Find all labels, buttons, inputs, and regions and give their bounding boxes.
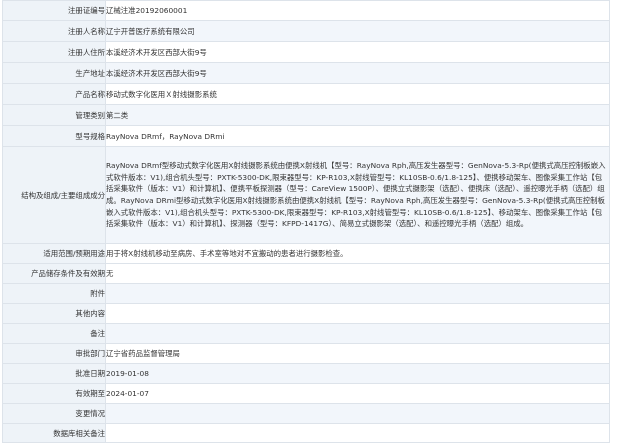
field-value: 本溪经济术开发区西部大街9号 xyxy=(105,41,610,63)
field-value: 辽宁开普医疗系统有限公司 xyxy=(105,20,610,42)
field-label: 产品储存条件及有效期 xyxy=(2,263,106,284)
row-management-category: 管理类别 第二类 xyxy=(2,104,610,126)
field-value xyxy=(105,303,610,324)
field-label: 有效期至 xyxy=(2,383,106,404)
row-attachments: 附件 xyxy=(2,283,610,304)
field-value: 辽械注准20192060001 xyxy=(105,0,610,21)
field-value: 无 xyxy=(105,263,610,284)
row-production-address: 生产地址 本溪经济术开发区西部大街9号 xyxy=(2,62,610,84)
row-model-spec: 型号规格 RayNova DRmf，RayNova DRmi xyxy=(2,125,610,147)
row-change-history: 变更情况 xyxy=(2,403,610,424)
field-label: 注册人名称 xyxy=(2,20,106,42)
field-value: 本溪经济术开发区西部大街9号 xyxy=(105,62,610,84)
field-value xyxy=(105,283,610,304)
field-label: 审批部门 xyxy=(2,343,106,364)
field-label: 变更情况 xyxy=(2,403,106,424)
field-value: RayNova DRmf，RayNova DRmi xyxy=(105,125,610,147)
row-intended-use: 适用范围/预期用途 用于将X射线机移动至病房、手术室等地对不宜搬动的患者进行摄影… xyxy=(2,243,610,264)
field-value xyxy=(105,323,610,344)
field-value: 移动式数字化医用Ｘ射线摄影系统 xyxy=(105,83,610,105)
field-label: 数据库相关备注 xyxy=(2,423,106,443)
field-label: 备注 xyxy=(2,323,106,344)
field-label: 结构及组成/主要组成成分 xyxy=(2,146,106,244)
row-remarks: 备注 xyxy=(2,323,610,344)
row-database-notes: 数据库相关备注 xyxy=(2,423,610,443)
field-label: 注册人住所 xyxy=(2,41,106,63)
field-value: 第二类 xyxy=(105,104,610,126)
row-approval-date: 批准日期 2019-01-08 xyxy=(2,363,610,384)
field-label: 管理类别 xyxy=(2,104,106,126)
field-value: RayNova DRmf型移动式数字化医用X射线摄影系统由便携X射线机【型号：R… xyxy=(105,146,610,244)
registration-record-table: 注册证编号 辽械注准20192060001 注册人名称 辽宁开普医疗系统有限公司… xyxy=(2,0,610,443)
field-label: 注册证编号 xyxy=(2,0,106,21)
field-label: 其他内容 xyxy=(2,303,106,324)
row-approval-department: 审批部门 辽宁省药品监督管理局 xyxy=(2,343,610,364)
row-registrant-address: 注册人住所 本溪经济术开发区西部大街9号 xyxy=(2,41,610,63)
field-label: 生产地址 xyxy=(2,62,106,84)
row-registration-number: 注册证编号 辽械注准20192060001 xyxy=(2,0,610,21)
field-value xyxy=(105,423,610,443)
field-label: 产品名称 xyxy=(2,83,106,105)
field-label: 适用范围/预期用途 xyxy=(2,243,106,264)
field-value: 用于将X射线机移动至病房、手术室等地对不宜搬动的患者进行摄影检查。 xyxy=(105,243,610,264)
row-storage-validity: 产品储存条件及有效期 无 xyxy=(2,263,610,284)
row-structure-composition: 结构及组成/主要组成成分 RayNova DRmf型移动式数字化医用X射线摄影系… xyxy=(2,146,610,244)
row-registrant-name: 注册人名称 辽宁开普医疗系统有限公司 xyxy=(2,20,610,42)
row-other-content: 其他内容 xyxy=(2,303,610,324)
row-product-name: 产品名称 移动式数字化医用Ｘ射线摄影系统 xyxy=(2,83,610,105)
row-valid-until: 有效期至 2024-01-07 xyxy=(2,383,610,404)
field-label: 附件 xyxy=(2,283,106,304)
field-value: 2019-01-08 xyxy=(105,363,610,384)
field-value xyxy=(105,403,610,424)
field-label: 型号规格 xyxy=(2,125,106,147)
field-value: 辽宁省药品监督管理局 xyxy=(105,343,610,364)
field-value: 2024-01-07 xyxy=(105,383,610,404)
field-label: 批准日期 xyxy=(2,363,106,384)
